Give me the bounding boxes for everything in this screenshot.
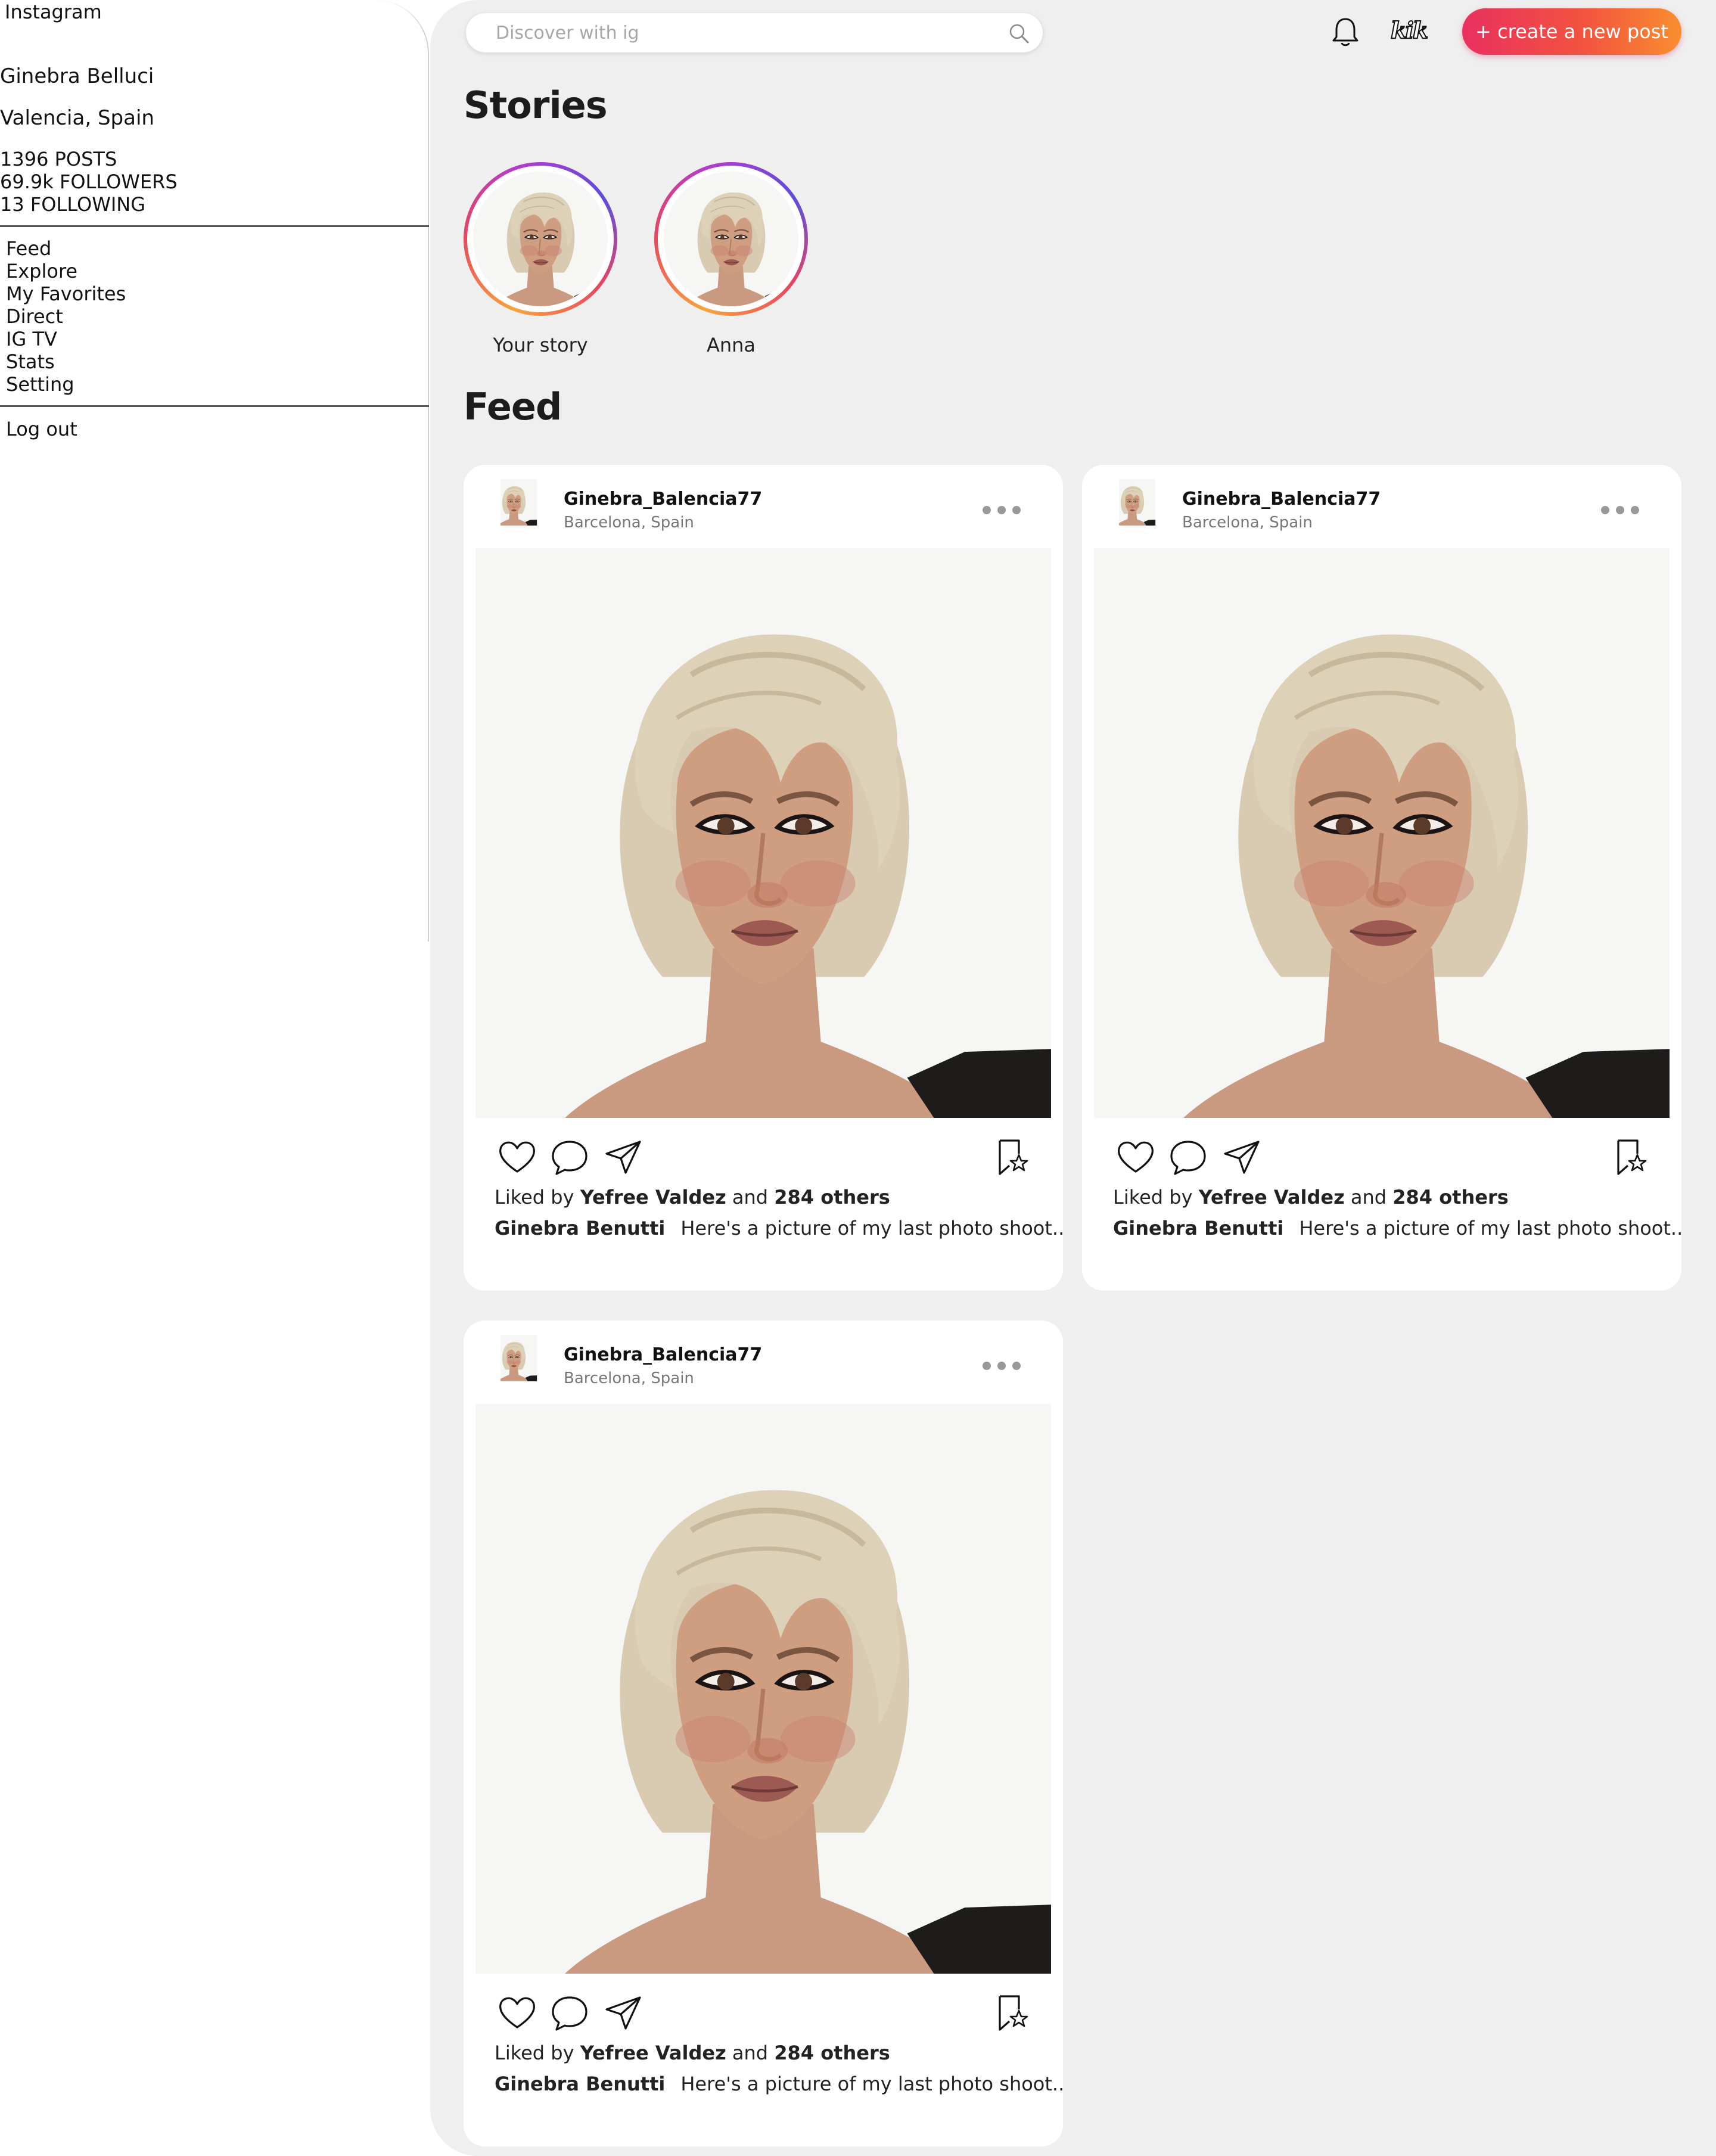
caption-text: Here's a picture of my last photo shoot.… <box>680 2073 1065 2095</box>
more-dots-icon[interactable] <box>981 1360 1022 1372</box>
create-post-button[interactable]: + create a new post <box>1462 8 1681 55</box>
nav-item-explore[interactable]: Explore <box>6 260 126 282</box>
post-caption: Ginebra Benutti Here's a picture of my la… <box>1113 1217 1683 1239</box>
feed-title: Feed <box>464 385 562 428</box>
sidebar: Instagram Ginebra Belluci Valencia, Spai… <box>0 0 429 942</box>
stories-title: Stories <box>464 83 608 127</box>
post-card: Ginebra_Balencia77 Barcelona, Spain Like… <box>464 1321 1064 2146</box>
story-anna[interactable]: Anna <box>654 162 808 356</box>
profile-name[interactable]: Ginebra Belluci <box>0 63 154 89</box>
post-actions <box>1115 1137 1652 1179</box>
search-bar <box>466 13 1043 52</box>
heart-icon[interactable] <box>497 1137 537 1178</box>
app-brand[interactable]: Instagram <box>5 0 102 24</box>
send-icon[interactable] <box>603 1137 644 1178</box>
post-card: Ginebra_Balencia77 Barcelona, Spain Like… <box>1082 465 1683 1291</box>
liked-others[interactable]: 284 others <box>774 1186 890 1209</box>
liked-user[interactable]: Yefree Valdez <box>1199 1186 1345 1209</box>
story-avatar <box>467 166 614 312</box>
liked-others[interactable]: 284 others <box>774 2042 890 2064</box>
send-icon[interactable] <box>603 1993 644 2033</box>
sidebar-nav: Feed Explore My Favorites Direct IG TV S… <box>6 237 126 396</box>
story-ring <box>464 162 617 316</box>
nav-item-ig-tv[interactable]: IG TV <box>6 328 126 350</box>
nav-item-setting[interactable]: Setting <box>6 373 126 396</box>
heart-icon[interactable] <box>1115 1137 1156 1178</box>
nav-item-my-favorites[interactable]: My Favorites <box>6 282 126 305</box>
posts-count[interactable]: 1396 POSTS <box>0 148 178 170</box>
logout-link[interactable]: Log out <box>6 417 77 441</box>
post-likes: Liked by Yefree Valdez and 284 others <box>495 1186 890 1209</box>
nav-item-stats[interactable]: Stats <box>6 350 126 373</box>
nav-item-direct[interactable]: Direct <box>6 305 126 328</box>
post-avatar[interactable] <box>1119 476 1165 542</box>
followers-count[interactable]: 69.9k FOLLOWERS <box>0 170 178 193</box>
bookmark-star-icon[interactable] <box>991 1993 1032 2033</box>
caption-user[interactable]: Ginebra Benutti <box>495 2073 665 2095</box>
liked-user[interactable]: Yefree Valdez <box>580 2042 726 2064</box>
search-icon[interactable] <box>1007 21 1031 45</box>
post-location: Barcelona, Spain <box>564 514 694 532</box>
following-count[interactable]: 13 FOLLOWING <box>0 193 178 216</box>
post-likes: Liked by Yefree Valdez and 284 others <box>495 2042 890 2064</box>
post-location: Barcelona, Spain <box>1182 514 1313 532</box>
post-avatar[interactable] <box>500 476 547 542</box>
caption-user[interactable]: Ginebra Benutti <box>495 1217 665 1239</box>
send-icon[interactable] <box>1221 1137 1262 1178</box>
app-logo[interactable]: kik <box>1390 16 1429 44</box>
bell-icon[interactable] <box>1330 15 1361 49</box>
sidebar-divider-bottom <box>0 405 429 407</box>
post-photo[interactable] <box>475 548 1051 1118</box>
post-caption: Ginebra Benutti Here's a picture of my la… <box>495 2073 1064 2095</box>
story-label: Anna <box>706 334 756 356</box>
post-card: Ginebra_Balencia77 Barcelona, Spain Like… <box>464 465 1064 1291</box>
story-your-story[interactable]: Your story <box>464 162 617 356</box>
post-actions <box>497 1993 1033 2034</box>
post-likes: Liked by Yefree Valdez and 284 others <box>1113 1186 1509 1209</box>
post-avatar[interactable] <box>500 1331 547 1398</box>
post-username[interactable]: Ginebra_Balencia77 <box>564 1344 762 1365</box>
liked-user[interactable]: Yefree Valdez <box>580 1186 726 1209</box>
comment-icon[interactable] <box>549 1137 590 1178</box>
post-photo[interactable] <box>1094 548 1670 1118</box>
post-actions <box>497 1137 1033 1179</box>
bookmark-star-icon[interactable] <box>1610 1137 1650 1178</box>
sidebar-divider <box>0 225 429 227</box>
main-panel: kik + create a new post Stories Your sto… <box>430 0 1716 2156</box>
bookmark-star-icon[interactable] <box>991 1137 1032 1178</box>
post-username[interactable]: Ginebra_Balencia77 <box>564 489 762 510</box>
profile-location: Valencia, Spain <box>0 106 154 130</box>
story-ring <box>654 162 808 316</box>
story-label: Your story <box>493 334 588 356</box>
liked-others[interactable]: 284 others <box>1392 1186 1509 1209</box>
more-dots-icon[interactable] <box>1599 504 1641 516</box>
nav-item-feed[interactable]: Feed <box>6 237 126 260</box>
heart-icon[interactable] <box>497 1993 537 2033</box>
profile-stats: 1396 POSTS 69.9k FOLLOWERS 13 FOLLOWING <box>0 148 178 216</box>
post-location: Barcelona, Spain <box>564 1369 694 1387</box>
caption-user[interactable]: Ginebra Benutti <box>1113 1217 1283 1239</box>
comment-icon[interactable] <box>1168 1137 1208 1178</box>
post-photo[interactable] <box>475 1404 1051 1974</box>
caption-text: Here's a picture of my last photo shoot.… <box>680 1217 1065 1239</box>
more-dots-icon[interactable] <box>981 504 1022 516</box>
comment-icon[interactable] <box>549 1993 590 2033</box>
story-avatar <box>658 166 804 312</box>
post-username[interactable]: Ginebra_Balencia77 <box>1182 489 1381 510</box>
search-input[interactable] <box>496 13 984 52</box>
post-caption: Ginebra Benutti Here's a picture of my la… <box>495 1217 1064 1239</box>
caption-text: Here's a picture of my last photo shoot.… <box>1299 1217 1683 1239</box>
